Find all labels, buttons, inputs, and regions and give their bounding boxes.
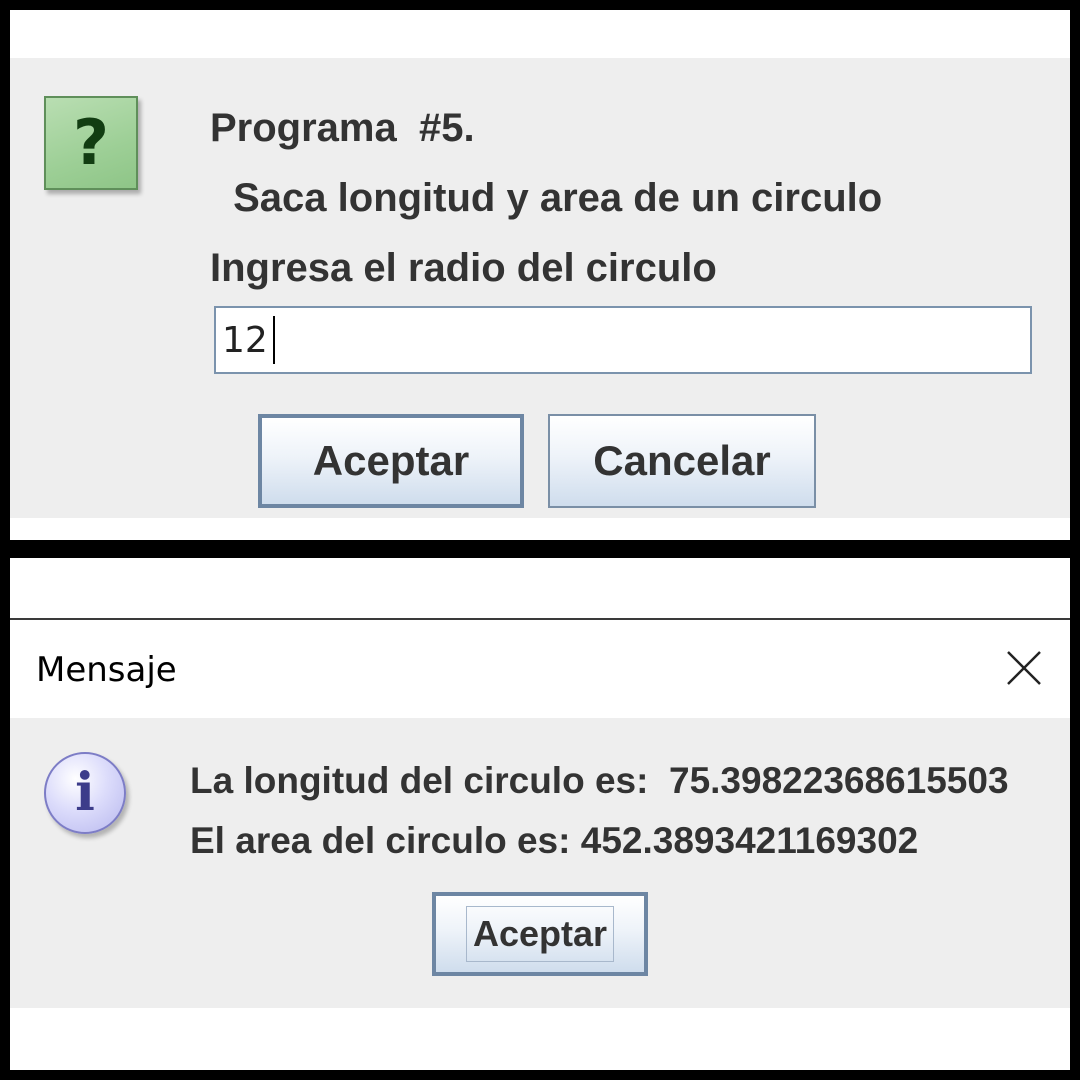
aceptar-button-label: Aceptar (472, 913, 608, 954)
radius-input[interactable] (214, 306, 1032, 374)
message-description: Saca longitud y area de un circulo (222, 176, 883, 220)
circumference-result: La longitud del circulo es: 75.398223686… (190, 760, 1009, 801)
question-icon: ? (44, 96, 138, 190)
window-title: Mensaje (36, 650, 177, 690)
input-dialog: ? Programa #5. Saca longitud y area de u… (10, 10, 1070, 540)
title-bar: Mensaje (10, 620, 1070, 718)
aceptar-button[interactable]: Aceptar (432, 892, 648, 976)
message-title: Programa #5. (210, 106, 475, 150)
text-caret (273, 316, 275, 364)
area-result: El area del circulo es: 452.389342116930… (190, 820, 919, 861)
input-dialog-body: ? Programa #5. Saca longitud y area de u… (10, 58, 1070, 518)
info-icon: i (44, 752, 126, 834)
aceptar-button[interactable]: Aceptar (258, 414, 524, 508)
cancelar-button[interactable]: Cancelar (548, 414, 816, 508)
close-icon[interactable] (1004, 648, 1044, 688)
message-dialog: Mensaje i La longitud del circulo es: 75… (10, 558, 1070, 1070)
message-dialog-body: i La longitud del circulo es: 75.3982236… (10, 718, 1070, 1008)
message-prompt: Ingresa el radio del circulo (210, 246, 717, 290)
